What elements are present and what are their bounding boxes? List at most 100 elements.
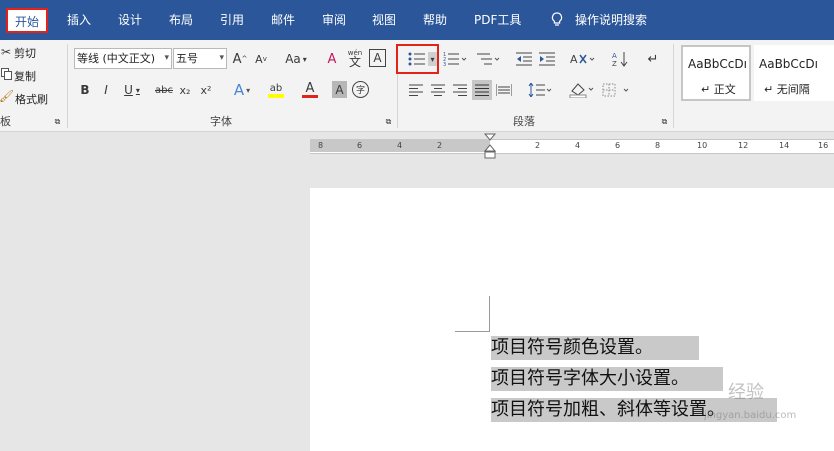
shrink-font-button[interactable]: Av: [253, 49, 269, 69]
ruler-tick-label: 8: [655, 141, 661, 150]
ruler-tick-label: 4: [575, 141, 581, 150]
format-painter-button[interactable]: 格式刷: [15, 91, 48, 107]
tell-me-search[interactable]: 操作说明搜索: [575, 12, 647, 28]
watermark-url: jingyan.baidu.com: [704, 410, 797, 421]
lightbulb-icon: [549, 11, 565, 29]
ruler-tick-label: 2: [437, 141, 443, 150]
character-shading-button[interactable]: A: [332, 81, 347, 98]
style-no-spacing[interactable]: AaBbCcDı ↵ 无间隔: [754, 45, 834, 101]
font-color-button[interactable]: A: [296, 80, 324, 100]
clear-formatting-icon: A: [327, 51, 337, 67]
tab-references[interactable]: 引用: [220, 12, 244, 28]
indent-marker-icon[interactable]: [484, 133, 496, 161]
document-line[interactable]: 项目符号字体大小设置。: [491, 367, 723, 391]
cut-button[interactable]: 剪切: [14, 45, 36, 61]
phonetic-guide-button[interactable]: wén 文: [345, 47, 365, 69]
distributed-align-icon[interactable]: [495, 81, 513, 99]
chinese-layout-icon[interactable]: A: [568, 49, 598, 69]
line-spacing-icon[interactable]: [526, 81, 554, 99]
borders-icon[interactable]: [600, 80, 632, 100]
subscript-icon: x₂: [179, 83, 191, 97]
tab-design[interactable]: 设计: [118, 12, 142, 28]
italic-icon: I: [104, 83, 108, 97]
bold-button[interactable]: B: [78, 81, 92, 99]
paragraph-group-label: 段落: [513, 115, 535, 128]
watermark: 经验: [728, 382, 764, 403]
tab-help[interactable]: 帮助: [423, 12, 447, 28]
italic-button[interactable]: I: [99, 81, 113, 99]
font-group-label: 字体: [210, 115, 232, 128]
font-family-select[interactable]: 等线 (中文正文) ▾: [74, 48, 172, 69]
character-shading-icon: A: [335, 82, 344, 97]
svg-text:Z: Z: [612, 60, 617, 67]
underline-button[interactable]: U ▾: [120, 81, 144, 99]
tab-pdf-tools[interactable]: PDF工具: [474, 12, 521, 28]
multilevel-list-button[interactable]: [474, 49, 502, 69]
font-launcher-icon[interactable]: ⧉: [384, 117, 393, 126]
ruler-tick-label: 12: [738, 141, 749, 150]
scissors-icon: ✂: [0, 45, 12, 59]
enclose-characters-button[interactable]: 字: [352, 81, 369, 98]
decrease-indent-icon[interactable]: [514, 49, 534, 69]
copy-button[interactable]: 复制: [14, 68, 36, 84]
format-painter-icon: 🖌: [0, 89, 15, 103]
clipboard-group-label: 板: [0, 115, 11, 128]
tab-mailings[interactable]: 邮件: [271, 12, 295, 28]
align-left-icon[interactable]: [407, 81, 425, 99]
style-normal[interactable]: AaBbCcDı ↵ 正文: [681, 45, 751, 101]
superscript-button[interactable]: x²: [198, 81, 214, 99]
copy-icon: [0, 67, 12, 81]
svg-text:3: 3: [443, 62, 446, 67]
style-preview: AaBbCcDı: [759, 57, 818, 71]
svg-text:A: A: [612, 52, 617, 60]
align-center-icon[interactable]: [429, 81, 447, 99]
show-hide-marks-icon[interactable]: ↵: [644, 49, 662, 69]
margin-corner-mark: [489, 296, 490, 332]
highlighter-icon: ab: [269, 82, 283, 94]
enclose-characters-icon: 字: [355, 86, 365, 96]
text-effects-button[interactable]: A ▾: [229, 80, 255, 100]
increase-indent-icon[interactable]: [537, 49, 557, 69]
change-case-icon: Aa: [285, 52, 301, 66]
ruler-tick-label: 6: [615, 141, 621, 150]
ribbon-tab-bar: 开始 插入 设计 布局 引用 邮件 审阅 视图 帮助 PDF工具 操作说明搜索: [0, 0, 834, 40]
font-size-select[interactable]: 五号 ▾: [173, 48, 227, 69]
strikethrough-button[interactable]: abc: [153, 81, 175, 99]
bullets-button[interactable]: [404, 49, 430, 69]
ruler-tick-label: 10: [697, 141, 708, 150]
ruler-tick-label: 2: [535, 141, 541, 150]
margin-corner-mark: [455, 331, 490, 332]
font-color-icon: A: [305, 81, 315, 96]
tab-layout[interactable]: 布局: [169, 12, 193, 28]
bullets-dropdown-icon[interactable]: ▾: [428, 52, 437, 66]
tab-view[interactable]: 视图: [372, 12, 396, 28]
sort-icon[interactable]: AZ: [610, 49, 630, 69]
paragraph-launcher-icon[interactable]: ⧉: [660, 117, 669, 126]
numbering-button[interactable]: 123: [441, 49, 469, 69]
highlight-swatch: [268, 93, 284, 98]
tab-insert[interactable]: 插入: [67, 12, 91, 28]
font-family-value: 等线 (中文正文): [77, 52, 156, 65]
highlight-color-button[interactable]: ab: [262, 80, 290, 100]
text-effects-icon: A: [233, 81, 245, 99]
ruler-tick-label: 8: [318, 141, 324, 150]
change-case-button[interactable]: Aa ▾: [282, 49, 310, 69]
tab-home[interactable]: 开始: [6, 8, 48, 33]
tab-review[interactable]: 审阅: [322, 12, 346, 28]
subscript-button[interactable]: x₂: [177, 81, 193, 99]
style-label: ↵ 正文: [701, 83, 736, 96]
align-right-icon[interactable]: [451, 81, 469, 99]
grow-font-icon: A: [232, 51, 242, 67]
grow-font-button[interactable]: A ^: [232, 49, 248, 69]
character-border-button[interactable]: A: [369, 49, 386, 67]
style-preview: AaBbCcDı: [688, 57, 747, 71]
justify-icon[interactable]: [472, 80, 492, 100]
clear-formatting-button[interactable]: A: [323, 49, 341, 69]
shading-icon[interactable]: [567, 80, 597, 100]
chevron-down-icon: ▾: [219, 53, 224, 63]
group-separator: [67, 44, 68, 128]
font-size-value: 五号: [176, 52, 198, 65]
clipboard-launcher-icon[interactable]: ⧉: [53, 117, 62, 126]
underline-icon: U: [124, 83, 133, 97]
document-line[interactable]: 项目符号颜色设置。: [491, 336, 699, 360]
